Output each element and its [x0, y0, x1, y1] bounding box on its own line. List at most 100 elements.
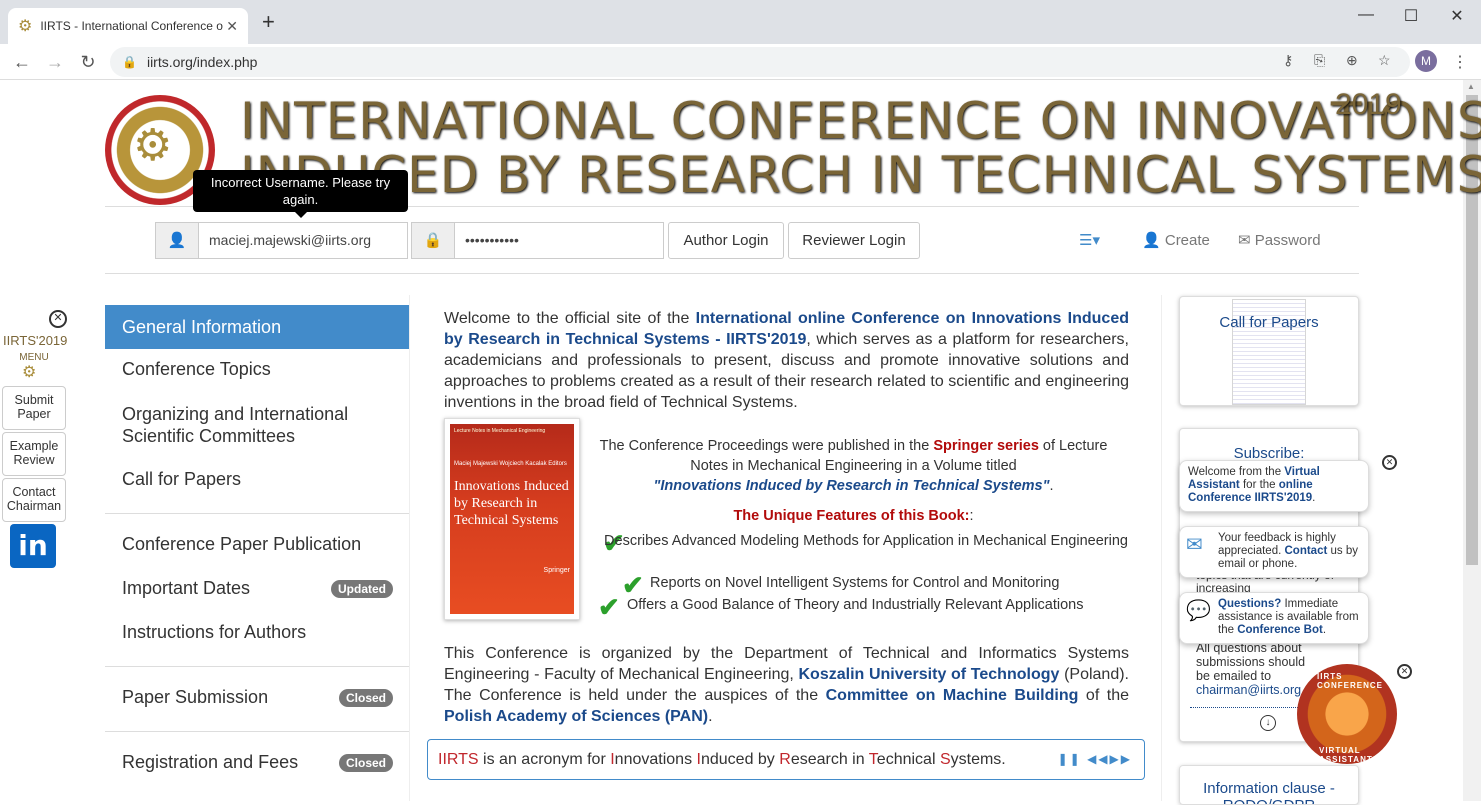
rewind-icon[interactable]: ◀◀: [1087, 752, 1109, 766]
acronym-word: echnical: [876, 751, 940, 768]
acronym-word: nduced by: [700, 751, 780, 768]
example-review-button[interactable]: Example Review: [2, 432, 66, 476]
password-input[interactable]: •••••••••••: [454, 222, 664, 259]
tooltip-text: Incorrect Username. Please try again.: [210, 175, 391, 207]
bubble-body: Your feedback is highly appreciated. Con…: [1218, 532, 1360, 571]
cfp-card-title: Call for Papers: [1219, 314, 1319, 331]
browser-tab[interactable]: ⚙ IIRTS - International Conference o ✕: [8, 8, 248, 44]
pause-icon[interactable]: ❚❚: [1058, 752, 1082, 766]
side-menu-name: IIRTS'2019: [3, 333, 68, 348]
feature-1: Describes Advanced Modeling Methods for …: [604, 533, 1128, 549]
close-tab-icon[interactable]: ✕: [226, 18, 238, 35]
call-for-papers-card[interactable]: Call for Papers: [1179, 296, 1359, 406]
welcome-bubble[interactable]: Welcome from the Virtual Assistant for t…: [1179, 460, 1369, 512]
star-icon[interactable]: ☆: [1378, 52, 1391, 69]
nav-registration[interactable]: Registration and Fees Closed: [105, 752, 409, 773]
nav-committees[interactable]: Organizing and International Scientific …: [105, 403, 409, 447]
translate-icon[interactable]: ⎘: [1314, 52, 1325, 69]
nav-important-dates[interactable]: Important Dates Updated: [105, 578, 409, 599]
committee-link[interactable]: Committee on Machine Building: [826, 687, 1079, 704]
address-bar[interactable]: 🔒 iirts.org/index.php: [110, 47, 1410, 77]
pan-link[interactable]: Polish Academy of Sciences (PAN): [444, 708, 708, 725]
nav-paper-publication[interactable]: Conference Paper Publication: [105, 534, 409, 555]
nav-general-information[interactable]: General Information: [105, 305, 409, 349]
new-tab-button[interactable]: +: [262, 11, 275, 33]
contact-chairman-button[interactable]: Contact Chairman: [2, 478, 66, 522]
bubble-text: Welcome from the: [1188, 466, 1285, 478]
contact-link[interactable]: Contact: [1285, 545, 1328, 557]
features-colon: :: [969, 508, 974, 524]
forward-icon[interactable]: →: [45, 52, 65, 73]
create-label: Create: [1164, 232, 1210, 249]
reload-icon[interactable]: ↻: [78, 52, 98, 73]
create-link[interactable]: 👤 Create: [1142, 231, 1210, 249]
va-badge-top: IIRTS CONFERENCE: [1317, 672, 1384, 690]
author-login-button[interactable]: Author Login: [668, 222, 784, 259]
zoom-icon[interactable]: ⊕: [1346, 52, 1358, 69]
reviewer-login-button[interactable]: Reviewer Login: [788, 222, 920, 259]
nav-paper-submission[interactable]: Paper Submission Closed: [105, 687, 409, 708]
acronym-letter: R: [779, 751, 791, 768]
password-label: Password: [1254, 232, 1321, 249]
features-title: The Unique Features of this Book:: [733, 508, 970, 524]
virtual-assistant-badge[interactable]: IIRTS CONFERENCE VIRTUAL ASSISTANT: [1297, 664, 1397, 764]
information-clause-card[interactable]: Information clause - RODO/GDPR: [1179, 765, 1359, 805]
back-icon[interactable]: ←: [12, 52, 32, 73]
book-cover[interactable]: Lecture Notes in Mechanical Engineering …: [444, 418, 580, 620]
bubble-text: .: [1322, 624, 1327, 636]
acronym-word: nnovations: [614, 751, 697, 768]
ticker-controls[interactable]: ❚❚ ◀◀▶▶: [1058, 740, 1132, 779]
org-text: .: [708, 708, 713, 725]
password-link[interactable]: ✉ Password: [1238, 231, 1321, 249]
nav-label: Paper Submission: [122, 687, 269, 707]
submit-paper-button[interactable]: Submit Paper: [2, 386, 66, 430]
fast-forward-icon[interactable]: ▶▶: [1110, 752, 1132, 766]
browser-toolbar: ← → ↻ 🔒 iirts.org/index.php ⚷ ⎘ ⊕ ☆ M ⋮: [0, 44, 1481, 80]
close-icon[interactable]: ✕: [1397, 664, 1412, 679]
nav-conference-topics[interactable]: Conference Topics: [105, 359, 409, 380]
avatar[interactable]: M: [1415, 50, 1437, 72]
springer-link[interactable]: Springer series: [933, 438, 1039, 454]
acronym-word: ystems.: [950, 751, 1006, 768]
conference-bot-link[interactable]: Conference Bot: [1237, 624, 1323, 636]
feedback-bubble[interactable]: ✉ Your feedback is highly appreciated. C…: [1179, 526, 1369, 578]
scroll-up-icon[interactable]: ▲: [1467, 82, 1475, 91]
user-icon: 👤: [155, 222, 199, 259]
close-icon[interactable]: ✕: [49, 310, 67, 328]
lock-icon: 🔒: [122, 55, 137, 69]
key-icon[interactable]: ⚷: [1283, 52, 1293, 69]
nav-label: Instructions for Authors: [122, 622, 307, 642]
nav-call-for-papers[interactable]: Call for Papers: [105, 469, 409, 490]
close-window-icon[interactable]: ✕: [1447, 6, 1467, 26]
features-heading: The Unique Features of this Book::: [596, 508, 1111, 524]
list-dropdown-icon[interactable]: ☰▾: [1079, 231, 1100, 249]
username-input[interactable]: maciej.majewski@iirts.org: [198, 222, 408, 259]
nav-label: Call for Papers: [122, 469, 242, 489]
user-icon: 👤: [1142, 232, 1161, 249]
university-link[interactable]: Koszalin University of Technology: [799, 666, 1060, 683]
padlock-icon: 🔒: [411, 222, 455, 259]
tab-title: IIRTS - International Conference o: [40, 19, 223, 33]
questions-bubble[interactable]: 💬 Questions? Immediate assistance is ava…: [1179, 592, 1369, 644]
nav-label: Conference Paper Publication: [122, 534, 362, 554]
status-badge: Closed: [338, 754, 393, 772]
nav-label: Important Dates: [122, 578, 251, 598]
bubble-text: for the: [1239, 479, 1279, 491]
kebab-menu-icon[interactable]: ⋮: [1452, 52, 1468, 72]
minimize-icon[interactable]: —: [1356, 6, 1376, 24]
proceedings-text: The Conference Proceedings were publishe…: [596, 436, 1111, 496]
book-title: Innovations Induced by Research in Techn…: [454, 479, 569, 528]
arrow-down-circle-icon[interactable]: ↓: [1260, 715, 1276, 731]
chairman-email-link[interactable]: chairman@iirts.org: [1196, 683, 1301, 697]
divider: [105, 273, 1359, 274]
gear-favicon-icon: ⚙: [18, 18, 33, 35]
linkedin-icon[interactable]: in: [10, 524, 56, 568]
divider: [105, 666, 409, 667]
close-icon[interactable]: ✕: [1382, 455, 1397, 470]
browser-tab-strip: ⚙ IIRTS - International Conference o ✕ +…: [0, 0, 1481, 44]
organizer-paragraph: This Conference is organized by the Depa…: [444, 643, 1129, 727]
maximize-icon[interactable]: ☐: [1401, 6, 1421, 26]
nav-instructions[interactable]: Instructions for Authors: [105, 622, 409, 643]
envelope-icon: ✉: [1238, 232, 1251, 249]
acronym-letter: T: [868, 751, 877, 768]
